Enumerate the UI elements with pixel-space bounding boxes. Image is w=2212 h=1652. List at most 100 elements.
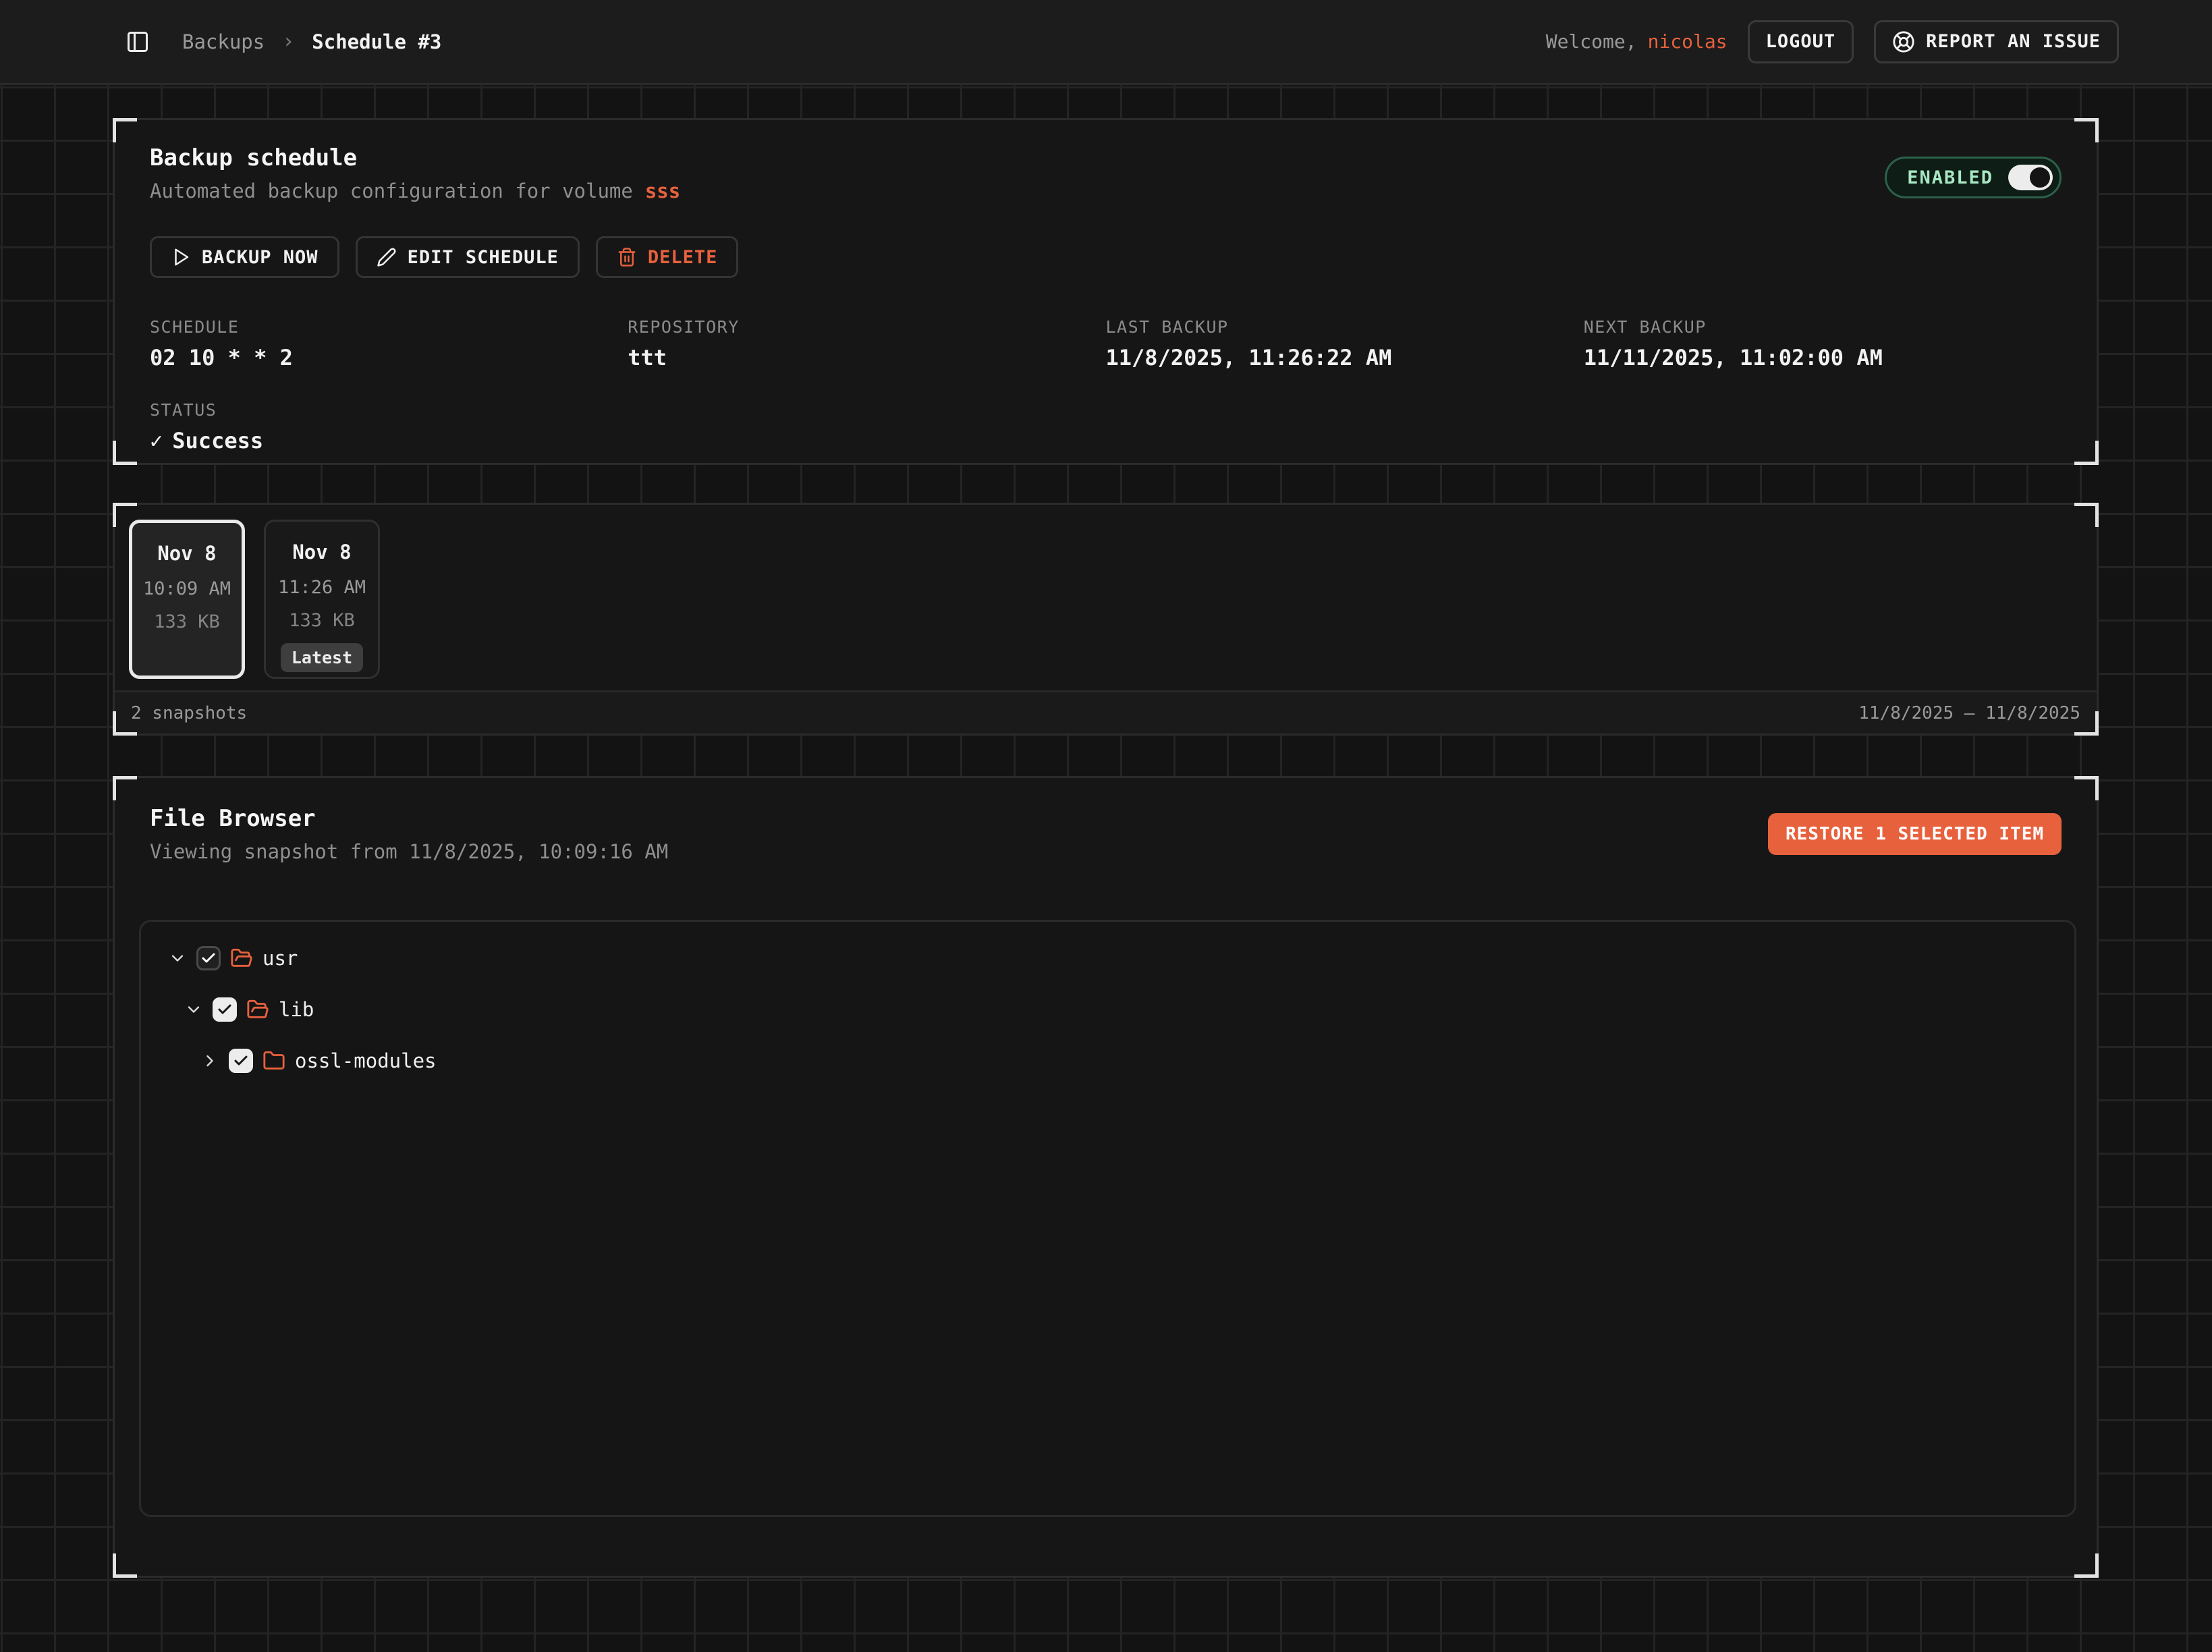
latest-badge: Latest [281, 643, 363, 672]
check-icon: ✓ [150, 428, 163, 453]
topbar-right: Welcome, nicolas LOGOUT REPORT AN ISSUE [1546, 20, 2119, 63]
restore-button[interactable]: RESTORE 1 SELECTED ITEM [1768, 813, 2062, 855]
subtitle-prefix: Automated backup configuration for volum… [150, 180, 633, 202]
edit-schedule-label: EDIT SCHEDULE [408, 247, 559, 268]
backup-now-label: BACKUP NOW [202, 247, 319, 268]
field-last-backup: LAST BACKUP 11/8/2025, 11:26:22 AM [1106, 317, 1584, 370]
schedule-actions: BACKUP NOW EDIT SCHEDULE DELETE [150, 236, 2062, 278]
tree-label[interactable]: lib [279, 998, 314, 1021]
toggle-knob [2030, 167, 2050, 188]
chevron-down-icon[interactable] [184, 1000, 203, 1019]
file-browser-titles: File Browser Viewing snapshot from 11/8/… [150, 805, 668, 863]
welcome-text: Welcome, nicolas [1546, 30, 1727, 53]
edit-schedule-button[interactable]: EDIT SCHEDULE [356, 236, 580, 278]
snapshot-date-range: 11/8/2025 – 11/8/2025 [1858, 703, 2080, 723]
field-label: NEXT BACKUP [1584, 317, 2062, 337]
volume-name: sss [645, 180, 680, 202]
corner-bracket [113, 441, 137, 465]
lifebuoy-icon [1892, 30, 1915, 53]
schedule-card-titles: Backup schedule Automated backup configu… [150, 144, 680, 202]
tree-label[interactable]: ossl-modules [295, 1049, 437, 1072]
checkbox-check-icon [233, 1053, 249, 1069]
snapshot-count: 2 snapshots [131, 703, 247, 723]
field-next-backup: NEXT BACKUP 11/11/2025, 11:02:00 AM [1584, 317, 2062, 370]
corner-bracket [2074, 776, 2099, 800]
field-value: 11/8/2025, 11:26:22 AM [1106, 345, 1584, 370]
schedule-fields: SCHEDULE 02 10 * * 2 REPOSITORY ttt LAST… [150, 317, 2062, 453]
corner-bracket [113, 776, 137, 800]
backup-now-button[interactable]: BACKUP NOW [150, 236, 339, 278]
field-label: SCHEDULE [150, 317, 628, 337]
field-label: STATUS [150, 400, 628, 420]
delete-label: DELETE [648, 247, 718, 268]
enabled-toggle[interactable]: ENABLED [1885, 157, 2062, 198]
snapshot-date: Nov 8 [292, 541, 351, 563]
field-value: 02 10 * * 2 [150, 345, 628, 370]
snapshot-time: 10:09 AM [143, 578, 231, 599]
status-text: Success [172, 428, 263, 453]
snapshots-card: Nov 8 10:09 AM 133 KB Nov 8 11:26 AM 133… [113, 503, 2099, 736]
tree-checkbox-checked[interactable] [229, 1049, 253, 1073]
corner-bracket [2074, 1553, 2099, 1578]
snapshot-size: 133 KB [289, 610, 355, 631]
logout-button[interactable]: LOGOUT [1748, 20, 1854, 63]
snapshot-time: 11:26 AM [278, 577, 366, 598]
file-tree-panel: usr lib [139, 920, 2076, 1517]
file-browser-card: File Browser Viewing snapshot from 11/8/… [113, 776, 2099, 1578]
schedule-card-subtitle: Automated backup configuration for volum… [150, 180, 680, 202]
delete-button[interactable]: DELETE [596, 236, 739, 278]
play-icon [171, 247, 191, 267]
backup-schedule-card: Backup schedule Automated backup configu… [113, 118, 2099, 465]
welcome-prefix: Welcome, [1546, 30, 1637, 53]
field-value: 11/11/2025, 11:02:00 AM [1584, 345, 2062, 370]
breadcrumb: Backups › Schedule #3 [182, 30, 441, 53]
report-issue-button[interactable]: REPORT AN ISSUE [1874, 20, 2119, 63]
field-label: LAST BACKUP [1106, 317, 1584, 337]
sidebar-toggle-button[interactable] [126, 30, 150, 54]
folder-open-icon [246, 998, 269, 1021]
snapshot-list: Nov 8 10:09 AM 133 KB Nov 8 11:26 AM 133… [115, 505, 2097, 694]
field-schedule: SCHEDULE 02 10 * * 2 [150, 317, 628, 370]
tree-checkbox-checked[interactable] [213, 997, 237, 1022]
trash-icon [617, 247, 637, 267]
tree-checkbox-partial[interactable] [196, 946, 221, 970]
enabled-label: ENABLED [1907, 167, 1993, 188]
snapshot-date: Nov 8 [157, 542, 216, 565]
chevron-right-icon[interactable] [200, 1051, 219, 1070]
username: nicolas [1648, 30, 1727, 53]
topbar: Backups › Schedule #3 Welcome, nicolas L… [0, 0, 2212, 85]
panel-left-icon [126, 30, 150, 54]
snapshot-card-selected[interactable]: Nov 8 10:09 AM 133 KB [129, 520, 245, 679]
pencil-icon [377, 247, 397, 267]
breadcrumb-backups-link[interactable]: Backups [182, 30, 265, 53]
corner-bracket [2074, 441, 2099, 465]
field-status: STATUS ✓ Success [150, 400, 628, 453]
breadcrumb-current: Schedule #3 [312, 30, 441, 53]
corner-bracket [2074, 118, 2099, 142]
checkbox-check-icon [217, 1001, 233, 1018]
tree-row-ossl-modules: ossl-modules [141, 1035, 2074, 1086]
tree-label[interactable]: usr [262, 947, 298, 970]
tree-row-lib: lib [141, 984, 2074, 1035]
checkbox-check-icon [200, 950, 217, 966]
snapshot-size: 133 KB [154, 611, 220, 632]
snapshot-card[interactable]: Nov 8 11:26 AM 133 KB Latest [264, 520, 380, 679]
snapshots-footer: 2 snapshots 11/8/2025 – 11/8/2025 [115, 690, 2097, 734]
breadcrumb-separator-icon: › [282, 30, 294, 53]
corner-bracket [113, 118, 137, 142]
field-value: ttt [628, 345, 1105, 370]
field-label: REPOSITORY [628, 317, 1105, 337]
corner-bracket [113, 1553, 137, 1578]
status-value: ✓ Success [150, 428, 628, 453]
folder-icon [262, 1049, 285, 1072]
schedule-card-title: Backup schedule [150, 144, 680, 171]
tree-row-usr: usr [141, 933, 2074, 984]
toggle-switch[interactable] [2008, 165, 2053, 190]
chevron-down-icon[interactable] [168, 949, 187, 968]
file-browser-subtitle: Viewing snapshot from 11/8/2025, 10:09:1… [150, 840, 668, 863]
folder-open-icon [230, 947, 253, 970]
field-repository: REPOSITORY ttt [628, 317, 1105, 370]
page: Backups › Schedule #3 Welcome, nicolas L… [0, 0, 2212, 1652]
report-issue-label: REPORT AN ISSUE [1926, 31, 2101, 52]
file-browser-title: File Browser [150, 805, 668, 832]
